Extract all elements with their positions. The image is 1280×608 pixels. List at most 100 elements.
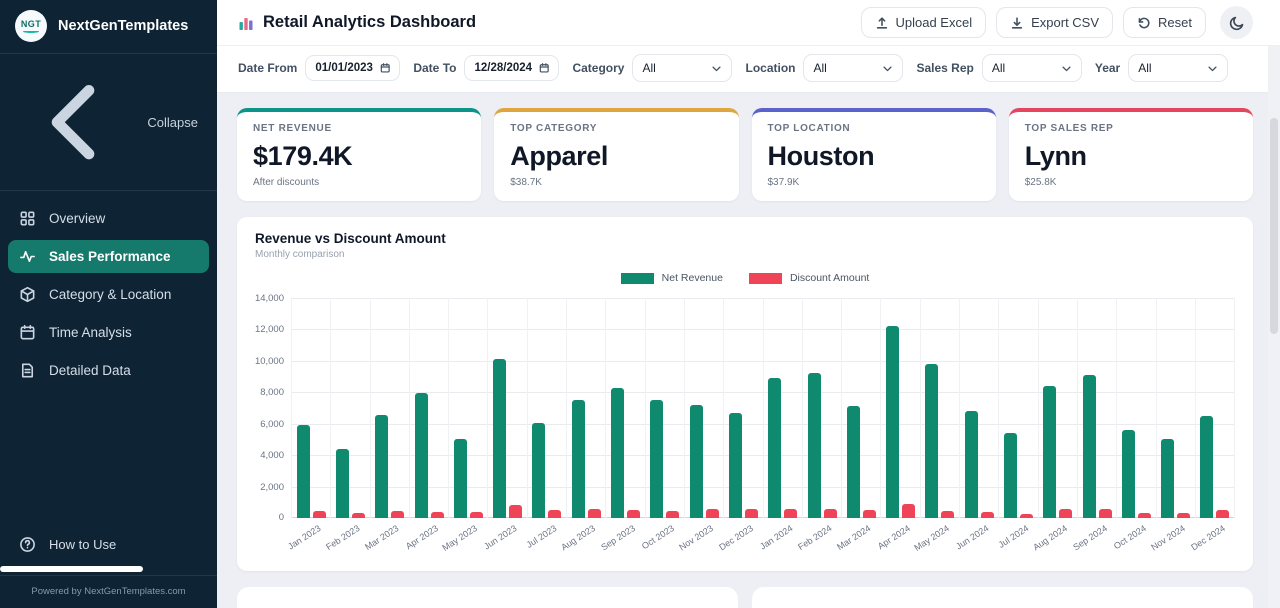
filter-category: Category All — [572, 54, 732, 82]
bar-net-revenue[interactable] — [611, 388, 624, 518]
sidebar-item-sales-performance[interactable]: Sales Performance — [8, 240, 209, 273]
x-axis: Jan 2023Feb 2023Mar 2023Apr 2023May 2023… — [291, 518, 1235, 556]
bar-net-revenue[interactable] — [847, 406, 860, 518]
filter-label: Date To — [413, 61, 456, 75]
legend-item-discount-amount[interactable]: Discount Amount — [749, 272, 869, 284]
bar-discount-amount[interactable] — [706, 509, 719, 518]
bar-net-revenue[interactable] — [925, 364, 938, 518]
page-title: Retail Analytics Dashboard — [238, 13, 476, 32]
bar-discount-amount[interactable] — [1216, 510, 1229, 518]
export-csv-button[interactable]: Export CSV — [996, 7, 1113, 38]
dashboard-content: NET REVENUE $179.4K After discounts TOP … — [217, 93, 1280, 608]
bar-group — [566, 298, 605, 518]
filter-label: Year — [1095, 61, 1120, 75]
bar-discount-amount[interactable] — [902, 504, 915, 518]
date-to-input[interactable]: 12/28/2024 — [464, 55, 559, 81]
bar-discount-amount[interactable] — [391, 511, 404, 518]
x-axis-label: Jul 2024 — [996, 523, 1030, 550]
sidebar-item-overview[interactable]: Overview — [8, 202, 209, 235]
sidebar-spacer — [0, 392, 217, 528]
date-from-input[interactable]: 01/01/2023 — [305, 55, 400, 81]
upload-excel-button[interactable]: Upload Excel — [861, 7, 987, 38]
bar-discount-amount[interactable] — [784, 509, 797, 518]
bar-discount-amount[interactable] — [1059, 509, 1072, 518]
vertical-scrollbar-thumb[interactable] — [1270, 118, 1278, 334]
bar-net-revenue[interactable] — [454, 439, 467, 518]
filter-label: Location — [745, 61, 795, 75]
sidebar-collapse-button[interactable]: Collapse — [0, 54, 217, 191]
bar-group — [998, 298, 1037, 518]
bar-group — [487, 298, 526, 518]
download-icon — [1010, 16, 1024, 30]
vertical-scrollbar-track[interactable] — [1268, 46, 1280, 608]
reset-button[interactable]: Reset — [1123, 7, 1206, 38]
bar-group — [527, 298, 566, 518]
y-axis-label: 8,000 — [260, 387, 284, 398]
bar-net-revenue[interactable] — [375, 415, 388, 518]
x-axis-label: Jun 2023 — [482, 523, 519, 552]
sidebar-item-category-location[interactable]: Category & Location — [8, 278, 209, 311]
location-select[interactable]: All — [803, 54, 903, 82]
bar-discount-amount[interactable] — [509, 505, 522, 518]
main-area: Retail Analytics Dashboard Upload Excel … — [217, 0, 1280, 608]
theme-toggle-button[interactable] — [1220, 6, 1253, 39]
category-select[interactable]: All — [632, 54, 732, 82]
bar-net-revenue[interactable] — [415, 393, 428, 518]
legend-label: Discount Amount — [790, 272, 869, 284]
filter-label: Category — [572, 61, 624, 75]
revenue-discount-chart-card: Revenue vs Discount Amount Monthly compa… — [237, 217, 1253, 571]
bar-net-revenue[interactable] — [1043, 386, 1056, 518]
bar-net-revenue[interactable] — [808, 373, 821, 518]
bar-net-revenue[interactable] — [1200, 416, 1213, 518]
sidebar-item-time-analysis[interactable]: Time Analysis — [8, 316, 209, 349]
date-to-value: 12/28/2024 — [474, 62, 532, 74]
bar-net-revenue[interactable] — [532, 423, 545, 518]
bar-net-revenue[interactable] — [650, 400, 663, 518]
bar-group — [448, 298, 487, 518]
bar-discount-amount[interactable] — [313, 511, 326, 518]
chart-area: 02,0004,0006,0008,00010,00012,00014,000 — [255, 298, 1235, 518]
bar-discount-amount[interactable] — [627, 510, 640, 518]
bar-discount-amount[interactable] — [941, 511, 954, 518]
bar-net-revenue[interactable] — [729, 413, 742, 518]
year-select[interactable]: All — [1128, 54, 1228, 82]
bar-net-revenue[interactable] — [493, 359, 506, 519]
bar-chart-icon — [238, 15, 254, 31]
activity-icon — [19, 248, 36, 265]
bar-net-revenue[interactable] — [690, 405, 703, 518]
y-axis-label: 12,000 — [255, 324, 284, 335]
bar-net-revenue[interactable] — [297, 425, 310, 518]
bar-discount-amount[interactable] — [588, 509, 601, 518]
brand: NGT NextGenTemplates — [0, 0, 217, 54]
x-axis-label: May 2023 — [441, 523, 480, 553]
bar-net-revenue[interactable] — [572, 400, 585, 518]
sidebar-item-how-to-use[interactable]: How to Use — [8, 528, 209, 561]
bar-net-revenue[interactable] — [1004, 433, 1017, 518]
bar-net-revenue[interactable] — [965, 411, 978, 518]
sales-rep-select[interactable]: All — [982, 54, 1082, 82]
bar-discount-amount[interactable] — [745, 509, 758, 518]
calendar-icon — [380, 62, 390, 74]
bar-discount-amount[interactable] — [863, 510, 876, 518]
bar-net-revenue[interactable] — [1122, 430, 1135, 518]
bar-discount-amount[interactable] — [824, 509, 837, 518]
sales-rep-value: All — [992, 61, 1005, 75]
page-title-text: Retail Analytics Dashboard — [263, 13, 476, 32]
x-axis-label: Jan 2023 — [286, 523, 323, 552]
sidebar-item-detailed-data[interactable]: Detailed Data — [8, 354, 209, 387]
filter-year: Year All — [1095, 54, 1228, 82]
filter-sales-rep: Sales Rep All — [916, 54, 1081, 82]
bar-net-revenue[interactable] — [1161, 439, 1174, 518]
bar-discount-amount[interactable] — [548, 510, 561, 518]
bar-discount-amount[interactable] — [1099, 509, 1112, 518]
bar-net-revenue[interactable] — [768, 378, 781, 518]
bar-discount-amount[interactable] — [666, 511, 679, 518]
bar-net-revenue[interactable] — [886, 326, 899, 518]
sidebar-horizontal-scrollbar[interactable] — [0, 566, 143, 572]
plot-area — [291, 298, 1235, 518]
legend-item-net-revenue[interactable]: Net Revenue — [621, 272, 723, 284]
chart-subtitle: Monthly comparison — [255, 249, 1235, 260]
bar-net-revenue[interactable] — [1083, 375, 1096, 518]
bar-group — [684, 298, 723, 518]
bar-net-revenue[interactable] — [336, 449, 349, 518]
